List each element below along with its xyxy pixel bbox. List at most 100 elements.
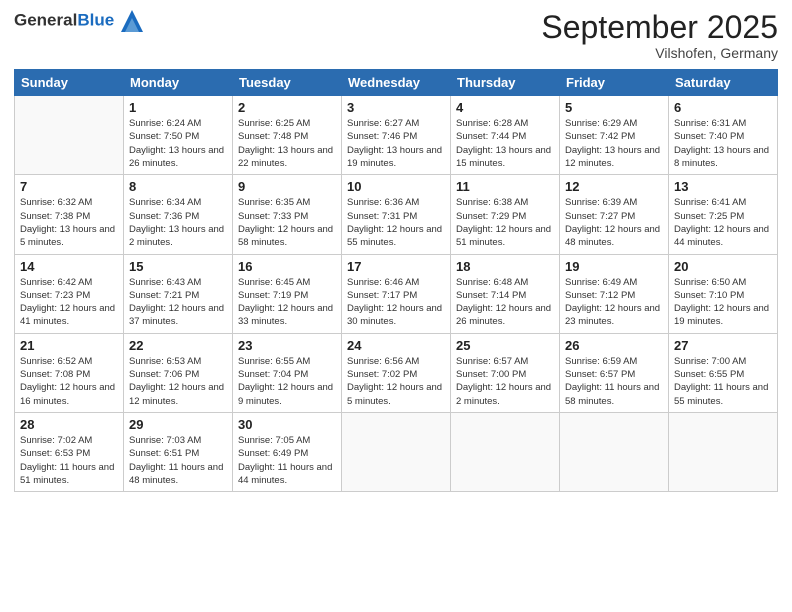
day-info: Sunrise: 7:02 AMSunset: 6:53 PMDaylight:… [20,434,118,487]
day-number: 8 [129,179,227,194]
location: Vilshofen, Germany [541,45,778,61]
cell-w3-d4: 17Sunrise: 6:46 AMSunset: 7:17 PMDayligh… [342,254,451,333]
calendar-header-row: Sunday Monday Tuesday Wednesday Thursday… [15,70,778,96]
day-info: Sunrise: 6:29 AMSunset: 7:42 PMDaylight:… [565,117,663,170]
cell-w3-d3: 16 Sunrise: 6:45 AMSunset: 7:19 PMDayligh… [233,254,342,333]
week-row-1: 1 Sunrise: 6:24 AMSunset: 7:50 PMDaylight… [15,96,778,175]
day-number: 1 [129,100,227,115]
col-wednesday: Wednesday [342,70,451,96]
day-number: 17 [347,259,445,274]
cell-w4-d6: 26 Sunrise: 6:59 AMSunset: 6:57 PMDayligh… [560,333,669,412]
cell-w2-d5: 11Sunrise: 6:38 AMSunset: 7:29 PMDayligh… [451,175,560,254]
page: GeneralBlue September 2025 Vilshofen, Ge… [0,0,792,612]
day-info: Sunrise: 6:31 AMSunset: 7:40 PMDaylight:… [674,117,772,170]
day-info: Sunrise: 6:49 AMSunset: 7:12 PMDaylight:… [565,276,663,329]
cell-w3-d6: 19Sunrise: 6:49 AMSunset: 7:12 PMDayligh… [560,254,669,333]
col-monday: Monday [124,70,233,96]
day-number: 24 [347,338,445,353]
day-number: 28 [20,417,118,432]
calendar-table: Sunday Monday Tuesday Wednesday Thursday… [14,69,778,492]
day-info: Sunrise: 6:32 AMSunset: 7:38 PMDaylight:… [20,196,118,249]
cell-w5-d7 [669,412,778,491]
col-thursday: Thursday [451,70,560,96]
week-row-5: 28 Sunrise: 7:02 AMSunset: 6:53 PMDayligh… [15,412,778,491]
logo: GeneralBlue [14,10,143,32]
logo-general: General [14,10,77,29]
day-number: 11 [456,179,554,194]
day-number: 26 [565,338,663,353]
day-number: 23 [238,338,336,353]
cell-w2-d1: 7 Sunrise: 6:32 AMSunset: 7:38 PMDaylight… [15,175,124,254]
day-number: 7 [20,179,118,194]
cell-w3-d2: 15Sunrise: 6:43 AMSunset: 7:21 PMDayligh… [124,254,233,333]
day-number: 13 [674,179,772,194]
day-number: 5 [565,100,663,115]
day-info: Sunrise: 7:00 AMSunset: 6:55 PMDaylight:… [674,355,772,408]
day-number: 12 [565,179,663,194]
day-number: 4 [456,100,554,115]
day-number: 14 [20,259,118,274]
day-info: Sunrise: 6:52 AMSunset: 7:08 PMDaylight:… [20,355,118,408]
day-number: 27 [674,338,772,353]
cell-w3-d7: 20Sunrise: 6:50 AMSunset: 7:10 PMDayligh… [669,254,778,333]
day-info: Sunrise: 6:28 AMSunset: 7:44 PMDaylight:… [456,117,554,170]
cell-w5-d5 [451,412,560,491]
day-info: Sunrise: 6:57 AMSunset: 7:00 PMDaylight:… [456,355,554,408]
day-info: Sunrise: 6:35 AMSunset: 7:33 PMDaylight:… [238,196,336,249]
cell-w2-d4: 10 Sunrise: 6:36 AMSunset: 7:31 PMDayligh… [342,175,451,254]
day-number: 30 [238,417,336,432]
day-info: Sunrise: 7:05 AMSunset: 6:49 PMDaylight:… [238,434,336,487]
day-number: 21 [20,338,118,353]
day-info: Sunrise: 6:24 AMSunset: 7:50 PMDaylight:… [129,117,227,170]
cell-w2-d7: 13 Sunrise: 6:41 AMSunset: 7:25 PMDayligh… [669,175,778,254]
day-info: Sunrise: 6:42 AMSunset: 7:23 PMDaylight:… [20,276,118,329]
day-info: Sunrise: 6:41 AMSunset: 7:25 PMDaylight:… [674,196,772,249]
cell-w4-d7: 27 Sunrise: 7:00 AMSunset: 6:55 PMDayligh… [669,333,778,412]
cell-w5-d6 [560,412,669,491]
day-number: 18 [456,259,554,274]
day-number: 16 [238,259,336,274]
col-friday: Friday [560,70,669,96]
col-tuesday: Tuesday [233,70,342,96]
day-info: Sunrise: 6:45 AMSunset: 7:19 PMDaylight:… [238,276,336,329]
cell-w3-d5: 18 Sunrise: 6:48 AMSunset: 7:14 PMDayligh… [451,254,560,333]
day-number: 6 [674,100,772,115]
week-row-4: 21 Sunrise: 6:52 AMSunset: 7:08 PMDayligh… [15,333,778,412]
day-info: Sunrise: 6:59 AMSunset: 6:57 PMDaylight:… [565,355,663,408]
col-sunday: Sunday [15,70,124,96]
cell-w1-d3: 2Sunrise: 6:25 AMSunset: 7:48 PMDaylight… [233,96,342,175]
cell-w1-d1 [15,96,124,175]
col-saturday: Saturday [669,70,778,96]
day-number: 29 [129,417,227,432]
day-info: Sunrise: 7:03 AMSunset: 6:51 PMDaylight:… [129,434,227,487]
day-number: 25 [456,338,554,353]
day-number: 10 [347,179,445,194]
week-row-3: 14 Sunrise: 6:42 AMSunset: 7:23 PMDayligh… [15,254,778,333]
day-info: Sunrise: 6:43 AMSunset: 7:21 PMDaylight:… [129,276,227,329]
cell-w4-d5: 25 Sunrise: 6:57 AMSunset: 7:00 PMDayligh… [451,333,560,412]
cell-w4-d4: 24 Sunrise: 6:56 AMSunset: 7:02 PMDayligh… [342,333,451,412]
day-info: Sunrise: 6:56 AMSunset: 7:02 PMDaylight:… [347,355,445,408]
cell-w1-d6: 5 Sunrise: 6:29 AMSunset: 7:42 PMDaylight… [560,96,669,175]
day-info: Sunrise: 6:53 AMSunset: 7:06 PMDaylight:… [129,355,227,408]
cell-w2-d6: 12 Sunrise: 6:39 AMSunset: 7:27 PMDayligh… [560,175,669,254]
title-block: September 2025 Vilshofen, Germany [541,10,778,61]
cell-w3-d1: 14 Sunrise: 6:42 AMSunset: 7:23 PMDayligh… [15,254,124,333]
cell-w5-d3: 30 Sunrise: 7:05 AMSunset: 6:49 PMDayligh… [233,412,342,491]
day-info: Sunrise: 6:48 AMSunset: 7:14 PMDaylight:… [456,276,554,329]
cell-w1-d5: 4 Sunrise: 6:28 AMSunset: 7:44 PMDaylight… [451,96,560,175]
day-info: Sunrise: 6:39 AMSunset: 7:27 PMDaylight:… [565,196,663,249]
logo-icon [121,10,143,32]
day-info: Sunrise: 6:36 AMSunset: 7:31 PMDaylight:… [347,196,445,249]
day-info: Sunrise: 6:27 AMSunset: 7:46 PMDaylight:… [347,117,445,170]
day-number: 22 [129,338,227,353]
day-info: Sunrise: 6:55 AMSunset: 7:04 PMDaylight:… [238,355,336,408]
day-number: 2 [238,100,336,115]
cell-w5-d4 [342,412,451,491]
day-info: Sunrise: 6:34 AMSunset: 7:36 PMDaylight:… [129,196,227,249]
cell-w1-d7: 6 Sunrise: 6:31 AMSunset: 7:40 PMDaylight… [669,96,778,175]
day-number: 20 [674,259,772,274]
header: GeneralBlue September 2025 Vilshofen, Ge… [14,10,778,61]
cell-w2-d2: 8 Sunrise: 6:34 AMSunset: 7:36 PMDaylight… [124,175,233,254]
day-number: 9 [238,179,336,194]
